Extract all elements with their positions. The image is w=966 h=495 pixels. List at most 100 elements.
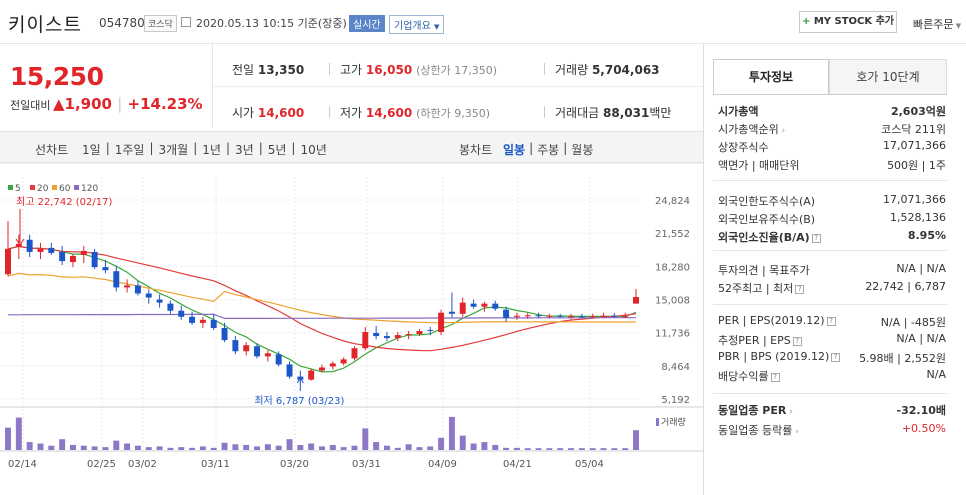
candle-body — [5, 248, 11, 275]
info-label[interactable]: 동일업종 PER › — [718, 402, 793, 418]
company-info-dropdown[interactable]: 기업개요 ▼ — [389, 15, 445, 34]
info-label[interactable]: 52주최고 | 최저? — [718, 280, 805, 296]
volume-bar — [254, 446, 261, 450]
help-icon[interactable]: ? — [811, 233, 821, 243]
info-label-text: 외국인소진율(B/A) — [718, 231, 810, 244]
tab-weekly[interactable]: 주봉 — [537, 141, 559, 158]
volume-bar — [373, 442, 380, 450]
help-icon[interactable]: ? — [826, 316, 836, 326]
info-label-text: PBR | BPS (2019.12) — [718, 350, 830, 363]
x-tick-label: 04/09 — [428, 459, 457, 470]
volume-bar — [102, 447, 109, 450]
period-3m[interactable]: 3개월 — [159, 141, 189, 158]
candle-body — [232, 340, 239, 352]
candle-body — [362, 332, 369, 349]
chevron-right-icon: › — [786, 407, 793, 417]
legend-swatch — [52, 185, 57, 190]
period-3y[interactable]: 3년 — [235, 141, 254, 158]
candle-body — [167, 303, 174, 311]
price-chart[interactable]: 24,824 21,552 18,280 15,008 11,736 8,464 5,192… — [0, 163, 703, 495]
legend-label: 120 — [81, 184, 98, 194]
candle-body — [448, 311, 455, 314]
help-icon[interactable]: ? — [831, 352, 841, 362]
period-1y[interactable]: 1년 — [202, 141, 221, 158]
volume-bar — [394, 447, 401, 450]
volume-legend-label: 거래량 — [661, 416, 686, 428]
volume-bar — [459, 435, 466, 450]
stock-name: 키이스트 — [8, 14, 82, 36]
candle-body — [59, 251, 66, 262]
info-label: 상장주식수 — [718, 139, 769, 155]
tab-daily[interactable]: 일봉 — [503, 141, 525, 158]
period-1w[interactable]: 1주일 — [115, 141, 145, 158]
candle-chart-label: 봉차트 — [459, 143, 493, 157]
help-icon[interactable]: ? — [795, 284, 805, 294]
divider — [544, 63, 545, 75]
open-value: 14,600 — [257, 106, 305, 120]
info-label[interactable]: 동일업종 등락률 › — [718, 422, 799, 438]
info-label: 시가총액 — [718, 103, 758, 119]
volume-bar — [167, 447, 174, 450]
tab-order-book[interactable]: 호가 10단계 — [829, 59, 947, 95]
chevron-right-icon: › — [792, 427, 799, 437]
candle-body — [383, 336, 390, 339]
quick-order-dropdown[interactable]: 빠른주문 ▼ — [913, 16, 961, 32]
trade-amount-label: 거래대금 — [555, 106, 600, 120]
add-mystock-button[interactable]: + MY STOCK 추가 — [799, 11, 897, 33]
tab-monthly[interactable]: 월봉 — [571, 141, 593, 158]
info-value: 8.95% — [907, 229, 946, 242]
candle-body — [178, 310, 185, 317]
candle-tabs: 일봉 | 주봉 | 월봉 — [503, 141, 594, 158]
info-label[interactable]: PBR | BPS (2019.12)? — [718, 350, 841, 363]
high-annotation: 최고 22,742 (02/17) — [16, 196, 112, 208]
candle-body — [611, 315, 618, 317]
divider — [329, 63, 330, 75]
candle-body — [254, 346, 261, 357]
volume-value: 5,704,063 — [591, 63, 660, 77]
tab-investment-info[interactable]: 투자정보 — [713, 59, 829, 95]
info-value: 5.98배 | 2,552원 — [859, 352, 946, 365]
trade-amount: 거래대금 88,031백만 — [555, 104, 671, 121]
candle-body — [351, 348, 358, 359]
help-icon[interactable]: ? — [792, 336, 802, 346]
candle-body — [102, 267, 109, 271]
chevron-down-icon: ▼ — [434, 23, 440, 31]
market-badge: 코스닥 — [144, 15, 177, 32]
help-icon[interactable]: ? — [770, 372, 780, 382]
info-value: N/A | N/A — [896, 332, 946, 345]
period-5y[interactable]: 5년 — [268, 141, 287, 158]
volume-bar — [589, 448, 596, 450]
info-label[interactable]: 추정PER | EPS? — [718, 332, 802, 348]
trade-amount-value: 88,031 — [603, 106, 650, 120]
period-1d[interactable]: 1일 — [82, 141, 101, 158]
legend-label: 5 — [15, 184, 21, 194]
info-label[interactable]: 배당수익률? — [718, 368, 780, 384]
lower-limit: (하한가 9,350) — [416, 107, 490, 120]
divider — [713, 180, 947, 181]
realtime-button[interactable]: 실시간 — [349, 15, 385, 32]
chevron-down-icon: ▼ — [953, 22, 962, 30]
line-chart-label: 선차트 — [35, 143, 69, 157]
info-label[interactable]: PER | EPS(2019.12)? — [718, 314, 836, 327]
volume-bar — [243, 444, 250, 450]
volume-legend-swatch — [656, 418, 659, 426]
high-label: 고가 — [340, 63, 363, 77]
candle-body — [589, 316, 596, 318]
volume-bar — [80, 445, 87, 450]
divider — [713, 304, 947, 305]
info-label[interactable]: 시가총액순위 › — [718, 121, 785, 137]
info-label[interactable]: 외국인소진율(B/A)? — [718, 229, 821, 245]
period-10y[interactable]: 10년 — [300, 141, 326, 158]
y-tick-label: 15,008 — [655, 296, 690, 307]
info-label-text: 외국인보유주식수(B) — [718, 213, 816, 226]
candle-body — [481, 303, 488, 307]
period-tabs: 1일 | 1주일 | 3개월 | 1년 | 3년 | 5년 | 10년 — [82, 141, 327, 158]
candle-body — [535, 315, 542, 317]
volume-bar — [91, 446, 98, 450]
legend-label: 60 — [59, 184, 71, 194]
info-value: +0.50% — [901, 422, 946, 435]
volume-bar — [156, 446, 163, 450]
candle-body — [459, 302, 466, 314]
info-label: 투자의견 | 목표주가 — [718, 262, 810, 278]
volume-bar — [405, 444, 412, 450]
